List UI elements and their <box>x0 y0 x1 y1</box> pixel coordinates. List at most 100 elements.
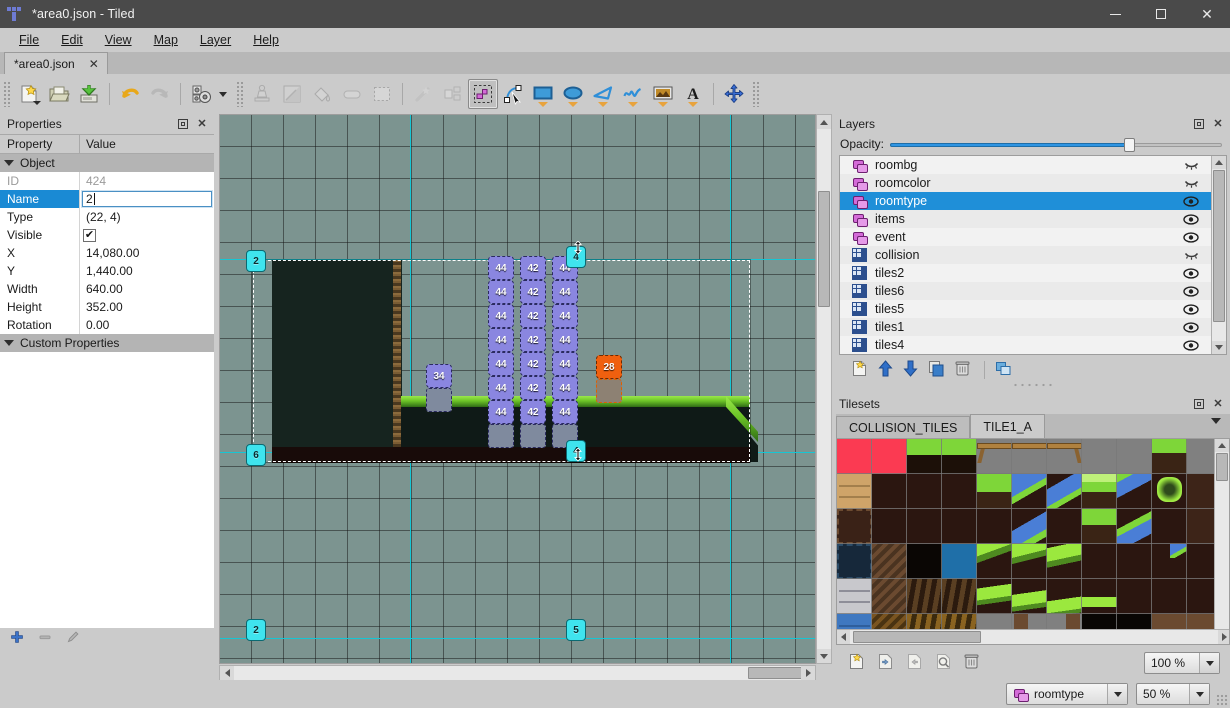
tileset-tile[interactable] <box>1082 509 1117 544</box>
tileset-tab-tile1-a[interactable]: TILE1_A <box>970 414 1046 438</box>
tileset-tile[interactable] <box>1012 544 1047 579</box>
scroll-thumb-vertical[interactable] <box>818 191 830 307</box>
tileset-tile[interactable] <box>1012 474 1047 509</box>
tileset-tile[interactable] <box>1012 579 1047 614</box>
object-marker-blank[interactable] <box>596 379 622 403</box>
insert-polygon-button[interactable] <box>588 79 618 109</box>
object-marker[interactable]: 42 <box>520 280 546 304</box>
object-marker[interactable]: 42 <box>520 328 546 352</box>
tileset-vertical-scrollbar[interactable] <box>1214 439 1229 631</box>
property-row-y[interactable]: Y 1,440.00 <box>0 262 214 280</box>
tileset-zoom-combo[interactable]: 100 % <box>1144 652 1220 674</box>
layer-row-items[interactable]: items <box>840 210 1226 228</box>
tileset-tile[interactable] <box>1047 509 1082 544</box>
room-marker-2-bottom[interactable]: 2 <box>246 619 266 641</box>
current-layer-combo[interactable]: roomtype <box>1006 683 1128 705</box>
tileset-tile[interactable] <box>872 509 907 544</box>
map-canvas[interactable]: 44 44 44 44 44 44 44 42 42 42 42 42 42 4… <box>219 114 816 664</box>
object-marker[interactable]: 42 <box>520 256 546 280</box>
object-marker-blank[interactable] <box>520 424 546 448</box>
polyline-dropdown-icon[interactable] <box>628 102 638 107</box>
scroll-left-button[interactable] <box>220 666 234 680</box>
tileset-tab-overflow-button[interactable] <box>1208 418 1230 438</box>
object-marker[interactable]: 44 <box>552 280 578 304</box>
object-marker-blank[interactable] <box>488 424 514 448</box>
new-layer-button[interactable] <box>851 360 868 380</box>
tileset-horizontal-scrollbar[interactable] <box>837 629 1229 644</box>
scroll-up-button[interactable] <box>817 115 831 129</box>
tileset-tile[interactable] <box>907 544 942 579</box>
tileset-tile[interactable] <box>1117 439 1152 474</box>
properties-float-button[interactable] <box>177 118 189 130</box>
layer-row-tiles1[interactable]: tiles1 <box>840 318 1226 336</box>
document-tab-close-icon[interactable]: ✕ <box>87 57 101 71</box>
window-resize-grip[interactable] <box>1216 694 1228 706</box>
scroll-down-button[interactable] <box>1212 341 1226 354</box>
tileset-tile[interactable] <box>1152 439 1187 474</box>
scroll-thumb-horizontal[interactable] <box>853 631 981 643</box>
object-marker[interactable]: 44 <box>488 400 514 424</box>
layer-row-tiles6[interactable]: tiles6 <box>840 282 1226 300</box>
document-tab-area0[interactable]: *area0.json ✕ <box>4 52 108 74</box>
layer-visibility-toggle[interactable] <box>1182 320 1200 334</box>
scroll-thumb-vertical[interactable] <box>1216 453 1228 481</box>
duplicate-layer-button[interactable] <box>928 360 945 380</box>
tileset-tile[interactable] <box>1082 579 1117 614</box>
tileset-tab-collision-tiles[interactable]: COLLISION_TILES <box>836 416 971 438</box>
tileset-tile[interactable] <box>1082 474 1117 509</box>
scroll-up-button[interactable] <box>1215 439 1229 452</box>
close-window-button[interactable]: ✕ <box>1184 0 1230 28</box>
object-marker[interactable]: 44 <box>552 352 578 376</box>
tileset-tile[interactable] <box>1152 509 1187 544</box>
tilesets-close-button[interactable]: ✕ <box>1212 398 1224 410</box>
new-tileset-button[interactable] <box>848 653 865 673</box>
layer-row-roomtype[interactable]: roomtype <box>840 192 1226 210</box>
layers-float-button[interactable] <box>1193 118 1205 130</box>
map-zoom-arrow[interactable] <box>1189 684 1209 704</box>
remove-tileset-button[interactable] <box>964 653 979 673</box>
rectangle-dropdown-icon[interactable] <box>538 102 548 107</box>
object-marker-blank[interactable] <box>426 388 452 412</box>
object-marker[interactable]: 42 <box>520 352 546 376</box>
tile-object-dropdown-icon[interactable] <box>658 102 668 107</box>
tileset-tile[interactable] <box>1117 509 1152 544</box>
embed-tileset-button[interactable] <box>877 653 894 673</box>
object-marker[interactable]: 42 <box>520 400 546 424</box>
raise-layer-button[interactable] <box>878 360 893 380</box>
menu-file[interactable]: File <box>8 30 50 50</box>
properties-group-custom[interactable]: Custom Properties <box>0 334 214 352</box>
layer-visibility-toggle[interactable] <box>1182 230 1200 244</box>
polygon-dropdown-icon[interactable] <box>598 102 608 107</box>
scroll-thumb-vertical[interactable] <box>1213 170 1225 322</box>
tileset-tile[interactable] <box>1047 474 1082 509</box>
dock-splitter-right[interactable] <box>1012 382 1054 388</box>
object-marker[interactable]: 44 <box>488 280 514 304</box>
layers-list[interactable]: roombg roomcolor roomtype items event co… <box>839 155 1227 355</box>
scroll-down-button[interactable] <box>817 649 831 663</box>
edit-tileset-button[interactable] <box>935 653 952 673</box>
tileset-tile[interactable] <box>837 544 872 579</box>
toolbar-grip-2[interactable] <box>236 81 244 107</box>
object-marker[interactable]: 42 <box>520 376 546 400</box>
object-marker-34[interactable]: 34 <box>426 364 452 388</box>
tileset-tile[interactable] <box>1152 544 1187 579</box>
insert-rectangle-button[interactable] <box>528 79 558 109</box>
object-marker[interactable]: 44 <box>488 256 514 280</box>
layer-row-roomcolor[interactable]: roomcolor <box>840 174 1226 192</box>
object-marker[interactable]: 44 <box>488 376 514 400</box>
properties-group-object[interactable]: Object <box>0 154 214 172</box>
tileset-tile[interactable] <box>1117 579 1152 614</box>
scroll-left-button[interactable] <box>837 630 850 644</box>
map-vertical-scrollbar[interactable] <box>816 114 832 664</box>
layer-row-collision[interactable]: collision <box>840 246 1226 264</box>
property-name-input[interactable]: 2 <box>82 191 212 207</box>
property-row-width[interactable]: Width 640.00 <box>0 280 214 298</box>
insert-ellipse-button[interactable] <box>558 79 588 109</box>
tileset-tile[interactable] <box>907 579 942 614</box>
layer-visibility-toggle[interactable] <box>1182 266 1200 280</box>
tileset-tile[interactable] <box>872 439 907 474</box>
object-marker[interactable]: 42 <box>520 304 546 328</box>
tileset-tile[interactable] <box>942 474 977 509</box>
scroll-right-button[interactable] <box>1218 630 1229 644</box>
tileset-tile[interactable] <box>977 439 1012 474</box>
